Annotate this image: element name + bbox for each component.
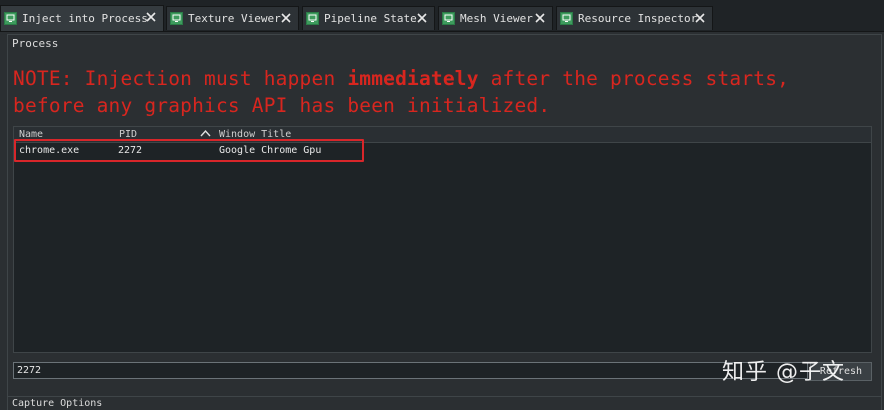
- tab-app-icon: [4, 12, 17, 25]
- note-line-1: NOTE: Injection must happen immediately …: [13, 65, 873, 92]
- close-icon[interactable]: [279, 11, 293, 25]
- tab-app-icon: [442, 12, 455, 25]
- tab-label: Resource Inspector: [578, 12, 698, 25]
- pid-input[interactable]: [13, 362, 808, 379]
- note-text: NOTE: Injection must happen: [13, 67, 348, 90]
- tab-label: Pipeline State: [324, 12, 417, 25]
- close-icon[interactable]: [144, 10, 158, 24]
- tab-inject-into-process[interactable]: Inject into Process: [0, 5, 164, 31]
- capture-options-section-title: Capture Options: [7, 396, 882, 410]
- note-line-2: before any graphics API has been initial…: [13, 94, 551, 117]
- tab-mesh-viewer[interactable]: Mesh Viewer: [438, 6, 553, 30]
- refresh-button[interactable]: Refresh: [810, 362, 872, 381]
- note-emphasis: immediately: [347, 67, 479, 90]
- selection-highlight-box: [14, 139, 364, 162]
- tab-label: Texture Viewer: [188, 12, 281, 25]
- tab-app-icon: [170, 12, 183, 25]
- tab-app-icon: [560, 12, 573, 25]
- injection-note: NOTE: Injection must happen immediately …: [13, 65, 873, 119]
- tab-texture-viewer[interactable]: Texture Viewer: [166, 6, 299, 30]
- tab-bar: Inject into Process Texture Viewer Pipel…: [0, 0, 884, 32]
- tab-resource-inspector[interactable]: Resource Inspector: [556, 6, 713, 30]
- tab-app-icon: [306, 12, 319, 25]
- close-icon[interactable]: [533, 11, 547, 25]
- process-table[interactable]: Name PID Window Title chrome.exe 2272 Go…: [13, 126, 872, 353]
- tab-label: Inject into Process: [22, 12, 148, 25]
- tab-label: Mesh Viewer: [460, 12, 533, 25]
- note-text: after the process starts,: [478, 67, 790, 90]
- close-icon[interactable]: [415, 11, 429, 25]
- close-icon[interactable]: [693, 11, 707, 25]
- tab-pipeline-state[interactable]: Pipeline State: [302, 6, 435, 30]
- process-section-title: Process: [7, 34, 882, 52]
